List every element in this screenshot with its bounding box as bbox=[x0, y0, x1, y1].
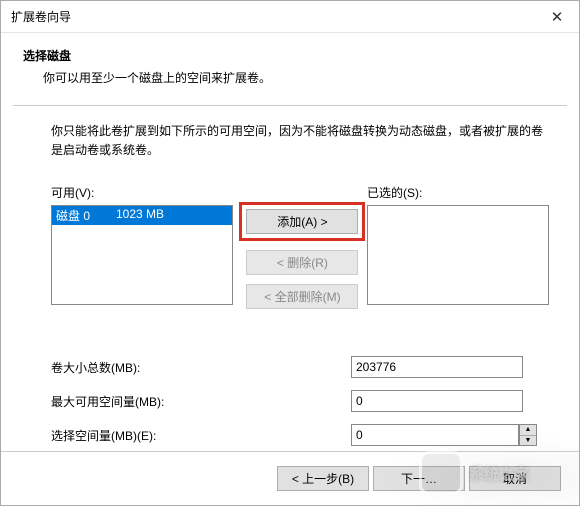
close-button[interactable]: ✕ bbox=[535, 2, 579, 32]
wizard-window: 扩展卷向导 ✕ 选择磁盘 你可以用至少一个磁盘上的空间来扩展卷。 你只能将此卷扩… bbox=[0, 0, 580, 506]
remove-button[interactable]: < 删除(R) bbox=[246, 250, 358, 275]
available-listbox[interactable]: 磁盘 0 1023 MB bbox=[51, 205, 233, 305]
add-button-highlight: 添加(A) > bbox=[239, 202, 365, 241]
next-button[interactable]: 下一… bbox=[373, 466, 465, 491]
list-item-disk: 磁盘 0 bbox=[56, 207, 116, 224]
total-label: 卷大小总数(MB): bbox=[51, 359, 351, 376]
select-label: 选择空间量(MB)(E): bbox=[51, 427, 351, 444]
spin-down-icon[interactable]: ▼ bbox=[520, 436, 536, 446]
available-label: 可用(V): bbox=[51, 184, 238, 201]
close-icon: ✕ bbox=[551, 8, 564, 26]
columns: 可用(V): 磁盘 0 1023 MB 添加(A) > < 删除(R) < 全部… bbox=[51, 184, 549, 318]
spin-buttons: ▲ ▼ bbox=[519, 424, 537, 446]
row-total: 卷大小总数(MB): bbox=[51, 356, 549, 378]
footer: < 上一步(B) 下一… 取消 bbox=[1, 451, 579, 505]
window-title: 扩展卷向导 bbox=[11, 8, 71, 25]
remove-all-button[interactable]: < 全部删除(M) bbox=[246, 284, 358, 309]
select-spinner: ▲ ▼ bbox=[351, 424, 537, 446]
titlebar: 扩展卷向导 ✕ bbox=[1, 1, 579, 33]
body-area: 你只能将此卷扩展到如下所示的可用空间，因为不能将磁盘转换为动态磁盘，或者被扩展的… bbox=[1, 106, 579, 468]
total-value bbox=[351, 356, 523, 378]
intro-text: 你只能将此卷扩展到如下所示的可用空间，因为不能将磁盘转换为动态磁盘，或者被扩展的… bbox=[51, 122, 549, 160]
list-item[interactable]: 磁盘 0 1023 MB bbox=[52, 206, 232, 225]
max-value bbox=[351, 390, 523, 412]
max-label: 最大可用空间量(MB): bbox=[51, 393, 351, 410]
header-title: 选择磁盘 bbox=[23, 47, 557, 64]
header-area: 选择磁盘 你可以用至少一个磁盘上的空间来扩展卷。 bbox=[1, 33, 579, 105]
spin-up-icon[interactable]: ▲ bbox=[520, 425, 536, 436]
available-column: 可用(V): 磁盘 0 1023 MB bbox=[51, 184, 238, 305]
selected-label: 已选的(S): bbox=[367, 184, 549, 201]
header-subtitle: 你可以用至少一个磁盘上的空间来扩展卷。 bbox=[43, 70, 557, 87]
row-select: 选择空间量(MB)(E): ▲ ▼ bbox=[51, 424, 549, 446]
back-button[interactable]: < 上一步(B) bbox=[277, 466, 369, 491]
selected-column: 已选的(S): bbox=[367, 184, 549, 305]
form-rows: 卷大小总数(MB): 最大可用空间量(MB): 选择空间量(MB)(E): ▲ … bbox=[51, 356, 549, 446]
row-max: 最大可用空间量(MB): bbox=[51, 390, 549, 412]
selected-listbox[interactable] bbox=[367, 205, 549, 305]
middle-buttons: 添加(A) > < 删除(R) < 全部删除(M) bbox=[238, 184, 367, 318]
cancel-button[interactable]: 取消 bbox=[469, 466, 561, 491]
add-button[interactable]: 添加(A) > bbox=[246, 209, 358, 234]
select-value-input[interactable] bbox=[351, 424, 519, 446]
list-item-size: 1023 MB bbox=[116, 207, 164, 224]
